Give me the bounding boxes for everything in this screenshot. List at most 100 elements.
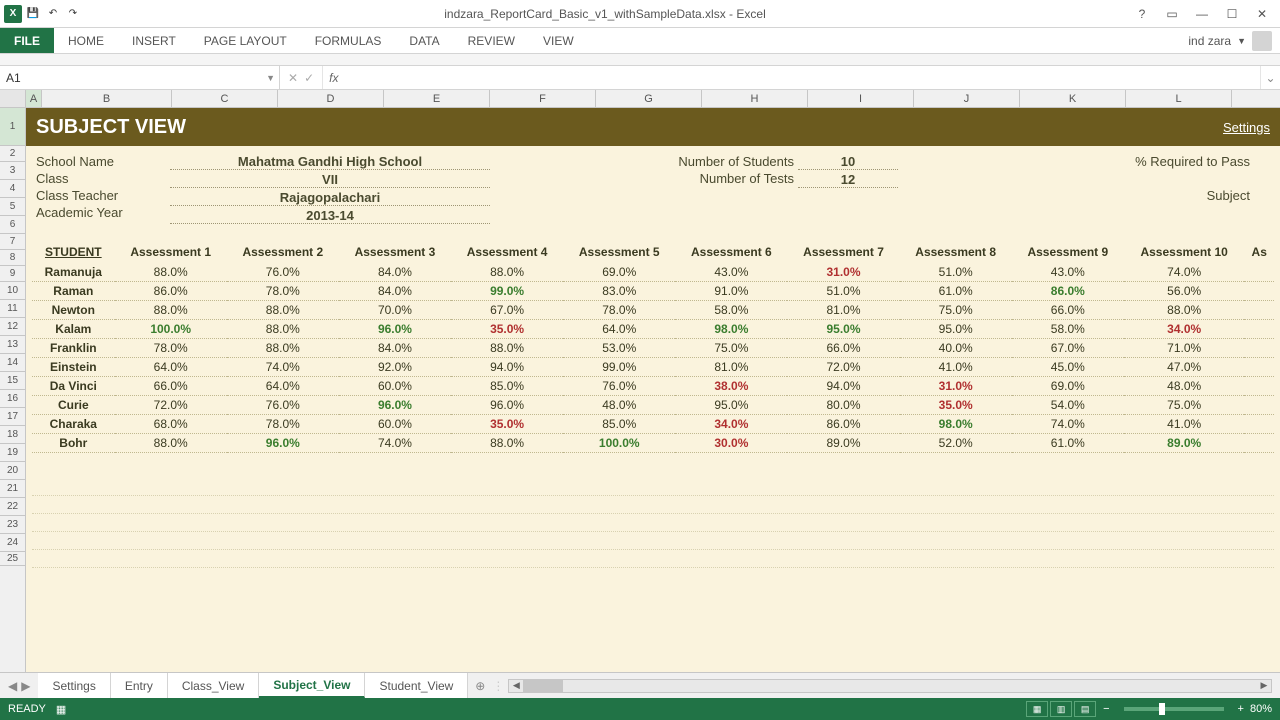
score-cell[interactable]: 51.0% xyxy=(900,263,1012,282)
score-cell[interactable]: 54.0% xyxy=(1012,396,1124,415)
score-cell[interactable]: 38.0% xyxy=(675,377,787,396)
score-cell[interactable]: 95.0% xyxy=(787,320,899,339)
score-cell[interactable]: 64.0% xyxy=(227,377,339,396)
score-cell[interactable]: 92.0% xyxy=(339,358,451,377)
score-cell[interactable]: 43.0% xyxy=(1012,263,1124,282)
score-cell[interactable]: 78.0% xyxy=(227,282,339,301)
score-cell[interactable]: 74.0% xyxy=(227,358,339,377)
scroll-right-icon[interactable]: ▶ xyxy=(1257,680,1271,692)
score-cell[interactable]: 88.0% xyxy=(115,434,227,453)
column-header[interactable]: A xyxy=(26,90,42,107)
score-cell[interactable]: 31.0% xyxy=(900,377,1012,396)
score-cell[interactable]: 96.0% xyxy=(339,320,451,339)
row-header[interactable]: 22 xyxy=(0,498,25,516)
score-cell[interactable]: 58.0% xyxy=(675,301,787,320)
cells-area[interactable]: SUBJECT VIEW Settings School Name Class … xyxy=(26,108,1280,672)
score-cell[interactable]: 81.0% xyxy=(675,358,787,377)
student-name-cell[interactable]: Newton xyxy=(32,301,115,320)
score-cell[interactable]: 78.0% xyxy=(115,339,227,358)
score-cell[interactable]: 100.0% xyxy=(563,434,675,453)
row-header[interactable]: 1 xyxy=(0,108,25,146)
score-cell[interactable]: 40.0% xyxy=(900,339,1012,358)
zoom-slider[interactable] xyxy=(1124,707,1224,711)
score-cell[interactable]: 95.0% xyxy=(900,320,1012,339)
student-name-cell[interactable]: Franklin xyxy=(32,339,115,358)
column-header[interactable]: F xyxy=(490,90,596,107)
undo-icon[interactable]: ↶ xyxy=(44,5,62,23)
score-cell[interactable]: 96.0% xyxy=(451,396,563,415)
score-cell[interactable]: 56.0% xyxy=(1124,282,1245,301)
new-sheet-icon[interactable]: ⊕ xyxy=(468,679,492,693)
row-header[interactable]: 18 xyxy=(0,426,25,444)
score-cell[interactable]: 84.0% xyxy=(339,263,451,282)
sheet-tab-entry[interactable]: Entry xyxy=(111,673,168,698)
tab-file[interactable]: FILE xyxy=(0,28,54,53)
score-cell[interactable]: 47.0% xyxy=(1124,358,1245,377)
tab-home[interactable]: HOME xyxy=(54,28,118,53)
column-header[interactable]: C xyxy=(172,90,278,107)
cancel-icon[interactable]: ✕ xyxy=(288,71,298,85)
formula-expand-icon[interactable]: ⌄ xyxy=(1260,66,1280,89)
score-cell[interactable]: 60.0% xyxy=(339,415,451,434)
score-cell[interactable]: 98.0% xyxy=(675,320,787,339)
minimize-icon[interactable]: — xyxy=(1188,4,1216,24)
score-cell[interactable]: 86.0% xyxy=(1012,282,1124,301)
tab-page-layout[interactable]: PAGE LAYOUT xyxy=(190,28,301,53)
row-header[interactable]: 14 xyxy=(0,354,25,372)
view-page-layout-icon[interactable]: ▥ xyxy=(1050,701,1072,717)
column-header[interactable]: E xyxy=(384,90,490,107)
score-cell[interactable]: 94.0% xyxy=(451,358,563,377)
score-cell[interactable] xyxy=(1244,301,1274,320)
student-name-cell[interactable]: Curie xyxy=(32,396,115,415)
score-cell[interactable]: 41.0% xyxy=(1124,415,1245,434)
column-header[interactable]: G xyxy=(596,90,702,107)
ribbon-display-icon[interactable]: ▭ xyxy=(1158,4,1186,24)
row-header[interactable]: 19 xyxy=(0,444,25,462)
save-icon[interactable]: 💾 xyxy=(24,5,42,23)
score-cell[interactable]: 34.0% xyxy=(675,415,787,434)
score-cell[interactable]: 58.0% xyxy=(1012,320,1124,339)
score-cell[interactable]: 81.0% xyxy=(787,301,899,320)
row-header[interactable]: 5 xyxy=(0,198,25,216)
scroll-left-icon[interactable]: ◀ xyxy=(509,680,523,692)
score-cell[interactable]: 75.0% xyxy=(1124,396,1245,415)
score-cell[interactable]: 64.0% xyxy=(563,320,675,339)
score-cell[interactable]: 31.0% xyxy=(787,263,899,282)
column-header[interactable]: D xyxy=(278,90,384,107)
score-cell[interactable]: 100.0% xyxy=(115,320,227,339)
student-name-cell[interactable]: Bohr xyxy=(32,434,115,453)
select-all-corner[interactable] xyxy=(0,90,26,107)
column-header[interactable]: B xyxy=(42,90,172,107)
help-icon[interactable]: ? xyxy=(1128,4,1156,24)
score-cell[interactable]: 66.0% xyxy=(115,377,227,396)
score-cell[interactable]: 66.0% xyxy=(787,339,899,358)
score-cell[interactable]: 76.0% xyxy=(227,263,339,282)
row-header[interactable]: 6 xyxy=(0,216,25,234)
student-name-cell[interactable]: Kalam xyxy=(32,320,115,339)
score-cell[interactable] xyxy=(1244,263,1274,282)
close-icon[interactable]: ✕ xyxy=(1248,4,1276,24)
score-cell[interactable]: 88.0% xyxy=(115,301,227,320)
row-header[interactable]: 8 xyxy=(0,250,25,266)
sheet-tab-class_view[interactable]: Class_View xyxy=(168,673,259,698)
zoom-level[interactable]: 80% xyxy=(1250,703,1272,715)
sheet-tab-subject_view[interactable]: Subject_View xyxy=(259,673,365,698)
tab-data[interactable]: DATA xyxy=(395,28,453,53)
row-header[interactable]: 9 xyxy=(0,266,25,282)
score-cell[interactable]: 30.0% xyxy=(675,434,787,453)
score-cell[interactable]: 88.0% xyxy=(227,301,339,320)
zoom-out-icon[interactable]: − xyxy=(1103,703,1109,715)
score-cell[interactable]: 67.0% xyxy=(451,301,563,320)
score-cell[interactable]: 94.0% xyxy=(787,377,899,396)
score-cell[interactable]: 88.0% xyxy=(451,339,563,358)
row-header[interactable]: 11 xyxy=(0,300,25,318)
row-header[interactable]: 2 xyxy=(0,146,25,162)
score-cell[interactable]: 80.0% xyxy=(787,396,899,415)
enter-icon[interactable]: ✓ xyxy=(304,71,314,85)
score-cell[interactable]: 34.0% xyxy=(1124,320,1245,339)
score-cell[interactable]: 78.0% xyxy=(227,415,339,434)
sheet-prev-icon[interactable]: ◀ xyxy=(8,679,17,693)
zoom-knob[interactable] xyxy=(1159,703,1165,715)
tab-insert[interactable]: INSERT xyxy=(118,28,190,53)
scrollbar-thumb[interactable] xyxy=(523,680,563,692)
